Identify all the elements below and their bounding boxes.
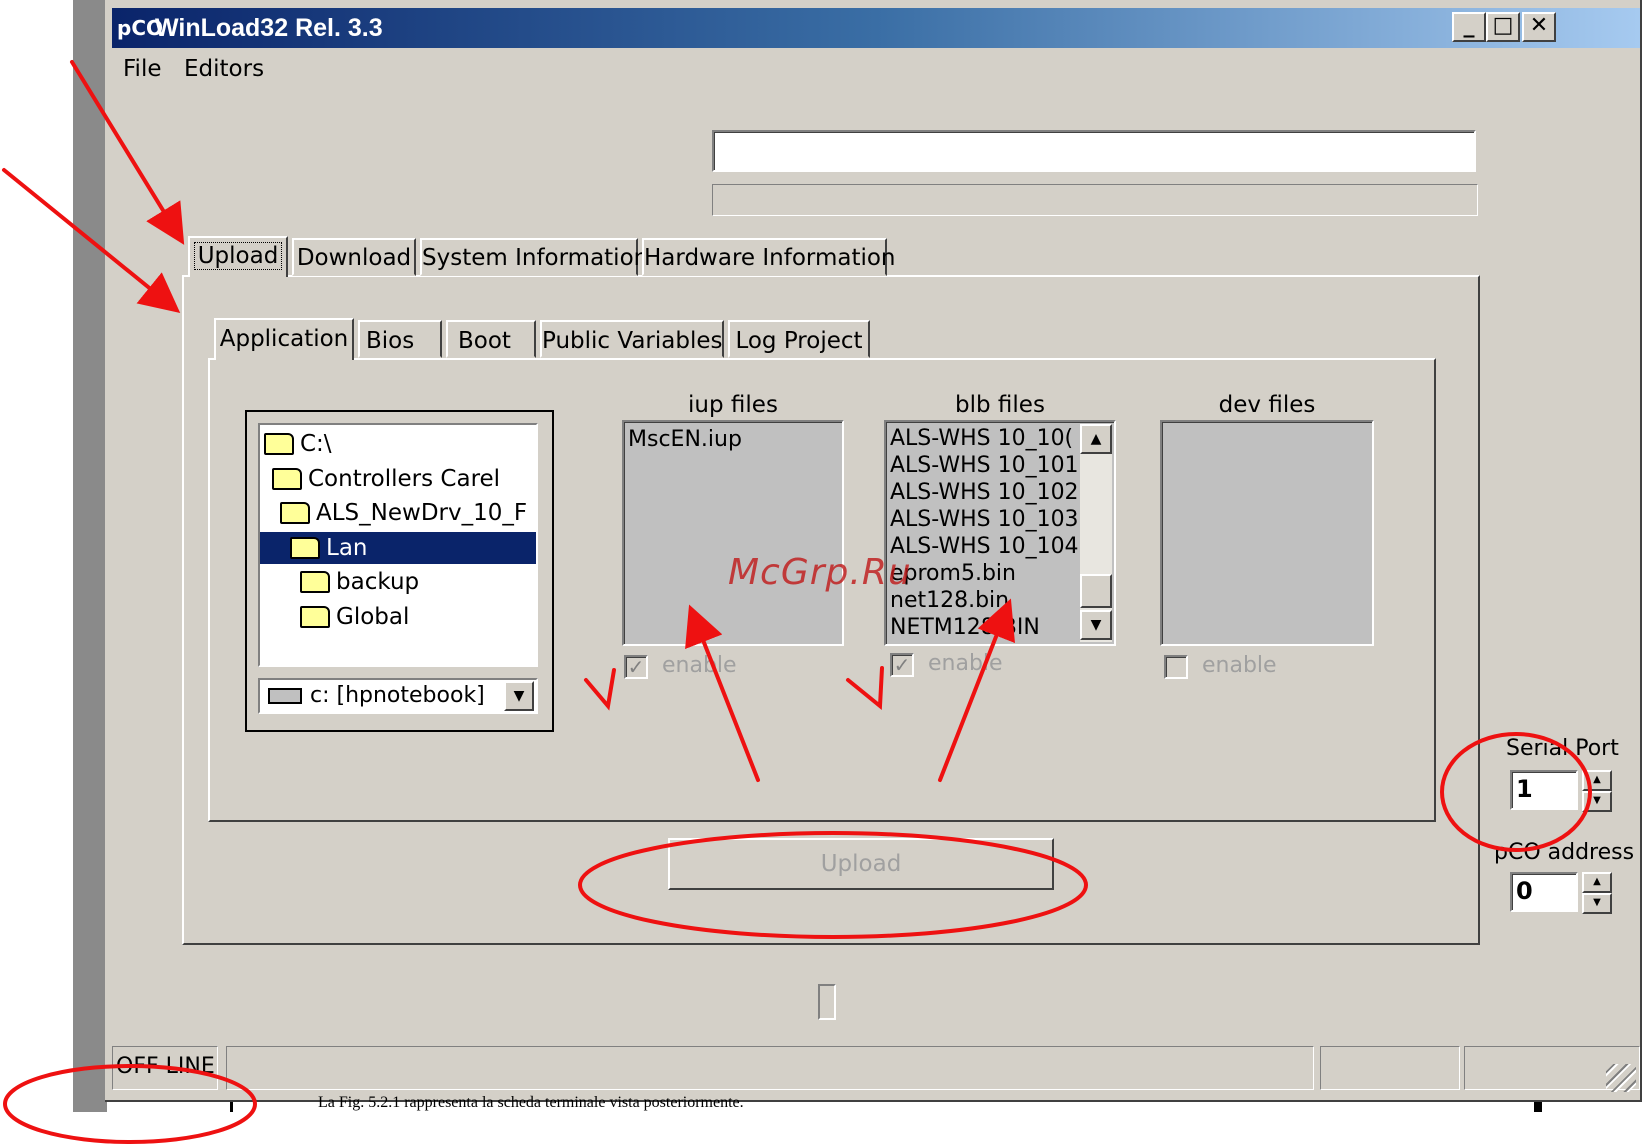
tab-application[interactable]: Application [214,318,354,360]
tree-item-global[interactable]: Global [300,601,409,633]
list-item[interactable]: ALS-WHS 10_101 [886,452,1080,479]
tree-item-controllers-carel[interactable]: Controllers Carel [272,463,500,495]
folder-tree[interactable]: C:\ Controllers Carel ALS_NewDrv_10_F La… [258,423,538,667]
activity-indicator [818,984,836,1020]
list-item[interactable]: ALS-WHS 10_104 [886,533,1080,560]
blb-scroll-thumb[interactable] [1080,574,1112,608]
top-text-field[interactable] [712,130,1476,172]
pco-address-input[interactable]: 0 [1510,872,1578,912]
dropdown-arrow-icon[interactable]: ▼ [504,681,534,711]
background-strip [73,0,107,1112]
tab-download[interactable]: Download [292,238,416,276]
menu-editors[interactable]: Editors [184,52,264,86]
status-connection: OFF LINE [112,1046,218,1090]
list-item[interactable]: ALS-WHS 10_102 [886,479,1080,506]
iup-enable-checkbox[interactable]: ✓ [624,655,648,679]
tree-item-label: Global [336,604,410,630]
blb-files-label: blb files [955,392,1045,418]
resize-grip-icon[interactable] [1606,1064,1636,1092]
dev-enable-label: enable [1202,653,1277,678]
list-item[interactable]: ALS-WHS 10_10( [886,425,1080,452]
list-item[interactable]: MscEN.iup [624,426,842,453]
tab-boot[interactable]: Boot [446,320,536,358]
minimize-button[interactable]: _ [1452,12,1486,42]
tree-item-label: ALS_NewDrv_10_F [316,500,528,526]
tree-item-label: Lan [326,535,368,561]
tree-item-label: C:\ [300,431,332,457]
progress-bar [712,184,1478,216]
iup-enable-label: enable [662,653,737,678]
list-item[interactable]: net128.bin [886,587,1080,614]
dev-enable-checkbox[interactable] [1164,655,1188,679]
serial-port-input[interactable]: 1 [1510,770,1578,810]
status-pane-2 [1320,1046,1460,1090]
tab-hardware-information[interactable]: Hardware Information [642,238,896,276]
pco-address-label: pCO address [1494,840,1635,865]
list-item[interactable]: ALS-WHS 10_103 [886,506,1080,533]
tab-upload[interactable]: Upload [188,236,288,277]
serial-port-label: Serial Port [1506,736,1619,761]
document-margin-mark [230,1102,233,1112]
tree-item-label: backup [336,569,420,595]
spin-up-icon[interactable]: ▲ [1582,872,1612,893]
tree-item-backup[interactable]: backup [300,566,419,598]
watermark: McGrp.Ru [728,552,912,593]
tree-item-als-newdrv[interactable]: ALS_NewDrv_10_F [280,497,527,529]
maximize-button[interactable]: □ [1486,12,1520,42]
folder-icon [300,606,330,628]
list-item[interactable]: eprom5.bin [886,560,1080,587]
close-button[interactable]: ✕ [1522,12,1556,42]
drive-icon [268,688,302,704]
document-caption: La Fig. 5.2.1 rappresenta la scheda term… [318,1094,744,1111]
dev-files-list[interactable] [1160,420,1374,646]
status-pane-main [226,1046,1314,1090]
tab-public-variables[interactable]: Public Variables [540,320,724,358]
tab-system-information[interactable]: System Information [420,238,648,276]
upload-button[interactable]: Upload [668,838,1054,890]
iup-files-list[interactable]: MscEN.iup [622,420,844,646]
dev-files-label: dev files [1218,392,1316,418]
spin-down-icon[interactable]: ▼ [1582,791,1612,812]
folder-icon [300,571,330,593]
tree-item-lan[interactable]: Lan [260,532,536,564]
list-item[interactable]: NETM128.BIN [886,614,1080,641]
menu-file[interactable]: File [123,52,162,86]
open-folder-icon [264,433,294,455]
drive-select[interactable]: c: [hpnotebook] ▼ [258,678,538,714]
scroll-down-icon[interactable]: ▼ [1080,610,1112,640]
open-folder-icon [290,537,320,559]
drive-select-value: c: [hpnotebook] [310,683,485,708]
tab-bios[interactable]: Bios [358,320,442,358]
spin-down-icon[interactable]: ▼ [1582,893,1612,914]
tree-item-c-root[interactable]: C:\ [264,428,332,460]
open-folder-icon [272,468,302,490]
app-icon: pCO [117,16,163,40]
window-title: WinLoad32 Rel. 3.3 [155,14,383,42]
iup-files-label: iup files [688,392,778,418]
scroll-up-icon[interactable]: ▲ [1080,424,1112,454]
blb-enable-checkbox[interactable]: ✓ [890,653,914,677]
tab-log-project[interactable]: Log Project [728,320,870,358]
spin-up-icon[interactable]: ▲ [1582,770,1612,791]
open-folder-icon [280,502,310,524]
blb-enable-label: enable [928,651,1003,676]
tab-upload-label: Upload [193,242,283,270]
tree-item-label: Controllers Carel [308,466,501,492]
document-margin-mark [1534,1102,1542,1112]
